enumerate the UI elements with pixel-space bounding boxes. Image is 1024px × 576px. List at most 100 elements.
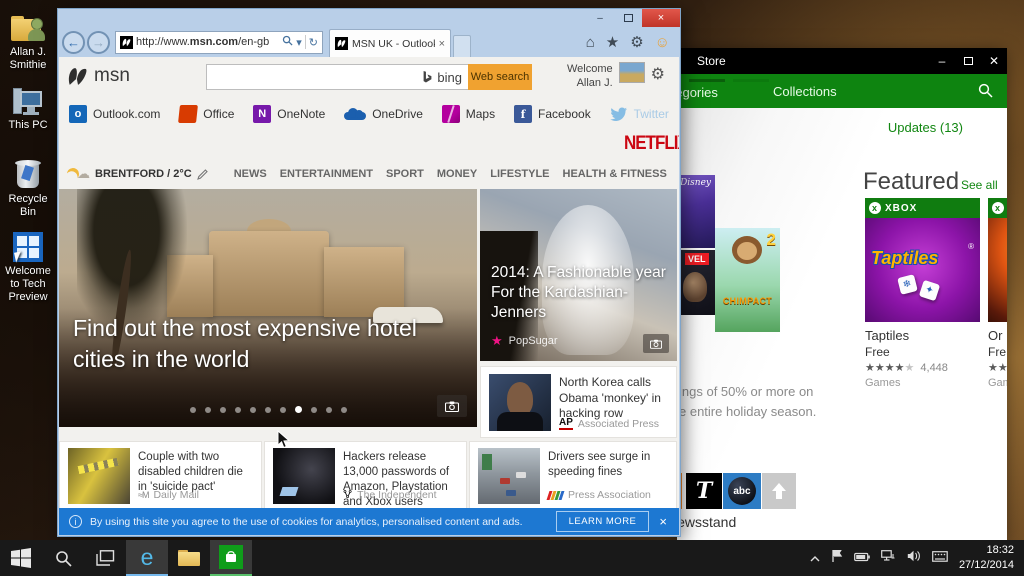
ie-minimize-button[interactable]: – [586, 9, 614, 27]
address-bar[interactable]: http://www.msn.com/en-gb ▾ ↻ [115, 30, 323, 54]
app-name: Or [988, 328, 1003, 343]
store-titlebar[interactable]: Store – ✕ [677, 48, 1007, 74]
new-tab-button[interactable] [453, 35, 471, 57]
store-close-button[interactable]: ✕ [981, 48, 1007, 74]
address-dropdown-icon[interactable]: ▾ [296, 36, 302, 49]
taskbar-store-button[interactable] [210, 540, 252, 576]
service-onedrive[interactable]: OneDrive [344, 107, 423, 121]
store-nav-categories[interactable]: Categories [677, 84, 731, 102]
ie-close-button[interactable]: × [642, 9, 680, 27]
nav-entertainment[interactable]: ENTERTAINMENT [280, 168, 373, 180]
nav-sport[interactable]: SPORT [386, 168, 424, 180]
nav-money[interactable]: MONEY [437, 168, 477, 180]
tab-close-icon[interactable]: × [439, 38, 445, 50]
store-minimize-button[interactable]: – [929, 48, 955, 74]
action-center-flag-icon[interactable] [831, 549, 843, 567]
hero-headline[interactable]: Find out the most expensive hotel cities… [73, 313, 468, 375]
story-headline[interactable]: North Korea calls Obama 'monkey' in hack… [559, 375, 668, 422]
kardashian-story[interactable]: 2014: A Fashionable year For the Kardash… [480, 189, 677, 361]
service-office[interactable]: Office [178, 105, 234, 123]
story-headline[interactable]: 2014: A Fashionable year For the Kardash… [491, 263, 669, 323]
marvel-tile-label: VEL [685, 253, 709, 265]
taskbar-ie-button[interactable]: e [126, 540, 168, 576]
favorites-star-icon[interactable]: ★ [606, 33, 619, 51]
store-tile-disney[interactable]: Disney [677, 175, 715, 248]
news-card[interactable]: Couple with two disabled children die in… [59, 441, 262, 509]
computer-icon [13, 88, 43, 116]
desktop-icon-label: Allan J. Smithie [9, 46, 47, 72]
feedback-smiley-icon[interactable]: ☺ [655, 34, 670, 51]
service-twitter[interactable]: Twitter [609, 107, 669, 121]
palm-art [77, 189, 187, 333]
touch-keyboard-icon[interactable] [932, 549, 948, 567]
app-price: Free [865, 345, 890, 359]
address-search-icon[interactable] [282, 35, 293, 49]
learn-more-button[interactable]: LEARN MORE [555, 511, 650, 532]
avatar[interactable] [618, 62, 645, 83]
taskbar-search-button[interactable] [42, 540, 84, 576]
service-outlook[interactable]: o Outlook.com [69, 105, 160, 123]
app-card-taptiles[interactable]: x XBOX Taptiles ® ❄ ✦ Taptiles Free ★★★★… [865, 198, 980, 389]
web-search-button[interactable]: Web search [468, 64, 532, 90]
service-onenote[interactable]: N OneNote [253, 105, 325, 123]
store-updates-link[interactable]: Updates (13) [888, 120, 963, 135]
obama-story[interactable]: North Korea calls Obama 'monkey' in hack… [480, 366, 677, 438]
hero-story[interactable]: Find out the most expensive hotel cities… [59, 189, 477, 427]
news-card[interactable]: Hackers release 13,000 passwords of Amaz… [264, 441, 467, 509]
start-button[interactable] [0, 540, 42, 576]
story-headline[interactable]: Drivers see surge in speeding fines [548, 450, 668, 480]
taskbar-clock[interactable]: 18:32 27/12/2014 [959, 543, 1014, 573]
page-settings-gear-icon[interactable]: ⚙ [651, 64, 665, 84]
desktop-icon-welcome[interactable]: Welcome to Tech Preview [0, 232, 56, 305]
newsstand-tile-abc[interactable]: abc [723, 473, 761, 509]
desktop-icon-label: This PC [8, 119, 48, 131]
cookie-close-icon[interactable]: × [657, 514, 669, 529]
carousel-dots[interactable] [59, 406, 477, 413]
settings-gear-icon[interactable]: ⚙ [630, 33, 643, 51]
store-nav-collections[interactable]: Collections [773, 84, 837, 99]
xbox-sphere-icon: x [869, 202, 881, 214]
service-maps[interactable]: Maps [441, 105, 495, 123]
tray-expand-chevron[interactable] [810, 549, 820, 567]
desktop-icon-user[interactable]: Allan J. Smithie [0, 16, 56, 72]
back-button[interactable]: ← [62, 30, 85, 54]
task-view-button[interactable] [84, 540, 126, 576]
news-card[interactable]: Drivers see surge in speeding fines Pres… [469, 441, 677, 509]
ie-titlebar[interactable]: – × [58, 9, 680, 27]
nav-news[interactable]: NEWS [234, 168, 267, 180]
daily-mail-icon: ≈M [138, 490, 149, 500]
service-facebook[interactable]: f Facebook [514, 105, 591, 123]
nav-lifestyle[interactable]: LIFESTYLE [490, 168, 549, 180]
welcome-area[interactable]: Welcome Allan J. ⚙ [567, 62, 665, 91]
forward-button[interactable]: → [87, 30, 110, 54]
app-card-second[interactable]: x XBOX Or Fre ★★ Gam [988, 198, 1007, 389]
newsstand-tile-arrow[interactable] [762, 473, 796, 509]
network-icon[interactable] [881, 549, 896, 567]
netflix-ad-logo[interactable]: NETFLIX [624, 132, 679, 155]
store-tile-marvel[interactable]: VEL [677, 250, 715, 315]
office-icon [178, 105, 199, 123]
store-search-icon[interactable] [978, 83, 993, 103]
taskbar-explorer-button[interactable] [168, 540, 210, 576]
ie-maximize-button[interactable] [614, 9, 642, 27]
weather-widget[interactable]: ☁ BRENTFORD / 2°C [67, 166, 208, 182]
desktop-icon-recycle-bin[interactable]: Recycle Bin [0, 158, 56, 219]
app-category: Gam [988, 377, 1007, 389]
volume-icon[interactable] [907, 549, 921, 567]
search-input[interactable]: bing [206, 64, 468, 90]
second-tile-art [988, 218, 1007, 322]
newsstand-tile-nyt[interactable]: T [686, 473, 722, 509]
store-tile-chimpact[interactable]: 2 CHIMPACT [715, 228, 780, 332]
home-icon[interactable]: ⌂ [586, 34, 595, 51]
popsugar-star-icon: ★ [491, 333, 503, 348]
battery-icon[interactable] [854, 549, 870, 567]
msn-logo[interactable]: msn [67, 65, 130, 87]
desktop-icon-this-pc[interactable]: This PC [0, 88, 56, 132]
featured-see-all-link[interactable]: See all [961, 178, 998, 192]
store-maximize-button[interactable] [955, 48, 981, 74]
nav-health[interactable]: HEALTH & FITNESS [563, 168, 667, 180]
refresh-icon[interactable]: ↻ [309, 36, 318, 49]
browser-tab[interactable]: MSN UK - Outlook.com for... × [329, 29, 451, 57]
bing-icon [424, 70, 432, 82]
twitter-icon [609, 107, 627, 121]
